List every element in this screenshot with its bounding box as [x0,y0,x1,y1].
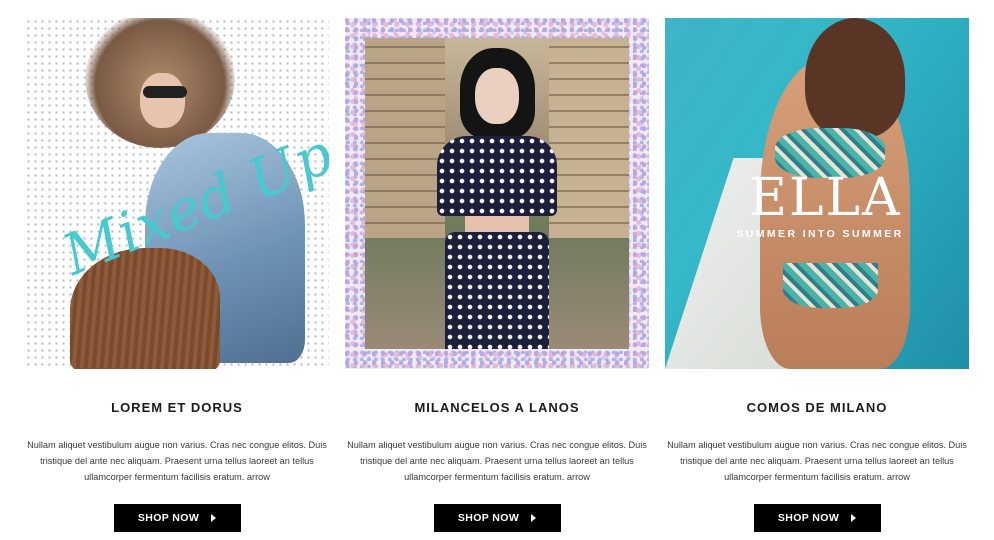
caret-right-icon [851,514,857,522]
building-right [549,38,629,238]
inner-photo [365,38,629,349]
product-image[interactable]: ELLA SUMMER INTO SUMMER [665,18,969,369]
shop-now-button[interactable]: SHOP NOW [113,504,241,532]
sunglasses [143,86,187,98]
model-face [140,73,185,128]
shop-now-label: SHOP NOW [777,512,840,524]
product-title: LOREM ET DORUS [111,400,243,415]
model-waist [465,216,529,232]
shop-now-button[interactable]: SHOP NOW [753,504,881,532]
product-image[interactable] [345,18,649,369]
product-grid: Mixed Up! LOREM ET DORUS Nullam aliquet … [0,0,994,540]
bikini-bottom [783,263,878,308]
image-brand-title: ELLA [749,168,902,228]
product-description: Nullam aliquet vestibulum augue non vari… [27,440,327,482]
image-brand-subtitle: SUMMER INTO SUMMER [736,228,904,240]
product-title: COMOS DE MILANO [746,400,888,415]
model-face [475,68,519,124]
shop-now-button[interactable]: SHOP NOW [433,504,561,532]
shop-now-label: SHOP NOW [457,512,520,524]
product-description: Nullam aliquet vestibulum augue non vari… [667,440,967,482]
building-left [365,38,445,238]
product-card: ELLA SUMMER INTO SUMMER COMOS DE MILANO … [665,18,969,532]
caret-right-icon [531,514,537,522]
shop-now-label: SHOP NOW [137,512,200,524]
product-title: MILANCELOS A LANOS [414,400,580,415]
product-card: Mixed Up! LOREM ET DORUS Nullam aliquet … [25,18,329,532]
product-description: Nullam aliquet vestibulum augue non vari… [347,440,647,482]
product-card: MILANCELOS A LANOS Nullam aliquet vestib… [345,18,649,532]
polka-dot-top [437,136,557,216]
product-image[interactable]: Mixed Up! [25,18,329,369]
polka-dot-skirt [445,232,549,349]
caret-right-icon [211,514,217,522]
model-hair [805,18,905,138]
